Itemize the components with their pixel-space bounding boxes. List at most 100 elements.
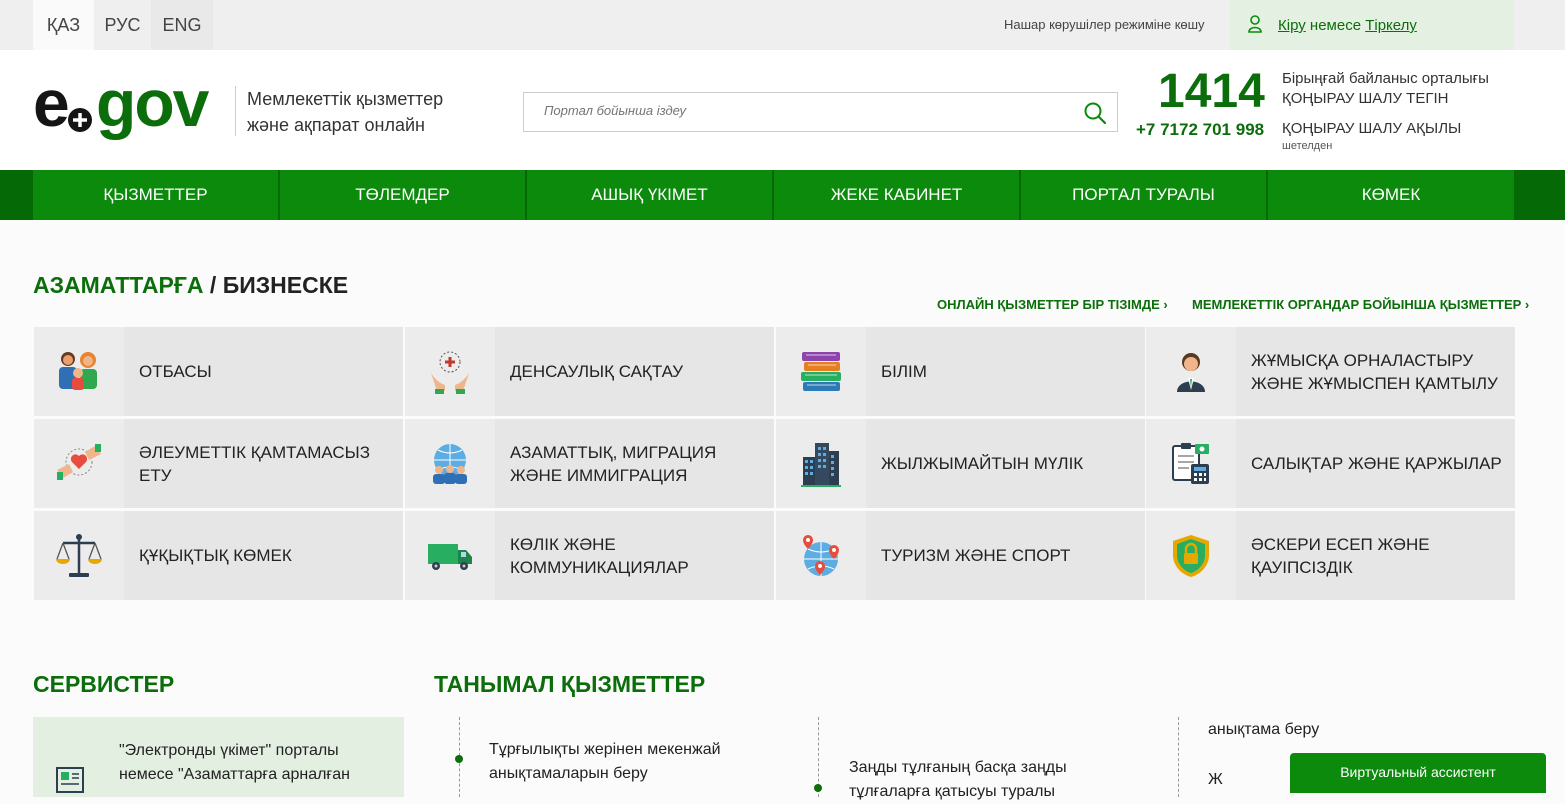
popular-service-line: тұлғаларға қатысуы туралы: [849, 783, 1055, 800]
tile-icon-box: [776, 511, 866, 600]
tab-citizens[interactable]: АЗАМАТТАРҒА: [33, 272, 204, 298]
category-healthcare[interactable]: ДЕНСАУЛЫҚ САҚТАУ: [405, 327, 774, 416]
lang-eng[interactable]: ENG: [151, 0, 213, 50]
tile-label: ТУРИЗМ ЖӘНЕ СПОРТ: [881, 546, 1071, 565]
tile-icon-box: [405, 511, 495, 600]
social-care-icon: [57, 443, 101, 480]
logo-e[interactable]: e: [33, 70, 70, 136]
books-icon: [801, 351, 841, 391]
phone-main[interactable]: 1414: [1158, 64, 1265, 119]
document-icon: [56, 767, 84, 793]
category-family[interactable]: ОТБАСЫ: [34, 327, 403, 416]
category-tourism-sport[interactable]: ТУРИЗМ ЖӘНЕ СПОРТ: [776, 511, 1145, 600]
popular-service-line: анықтамаларын беру: [489, 765, 648, 782]
category-taxes-finance[interactable]: САЛЫҚТАР ЖӘНЕ ҚАРЖЫЛАР: [1146, 419, 1515, 508]
timeline-dot: [814, 784, 822, 792]
nav-services[interactable]: ҚЫЗМЕТТЕР: [33, 170, 278, 220]
citizens-heading: АЗАМАТТАРҒА / БИЗНЕСКЕ: [33, 272, 348, 299]
services-card[interactable]: "Электронды үкімет" порталы немесе "Азам…: [33, 717, 404, 797]
category-real-estate[interactable]: ЖЫЛЖЫМАЙТЫН МҮЛІК: [776, 419, 1145, 508]
timeline-line: [1178, 717, 1179, 797]
services-by-agency-link[interactable]: МЕМЛЕКЕТТІК ОРГАНДАР БОЙЫНША ҚЫЗМЕТТЕР ›: [1192, 297, 1529, 312]
tile-label: ӘЛЕУМЕТТІК ҚАМТАМАСЫЗ ЕТУ: [139, 442, 370, 485]
tile-label: ДЕНСАУЛЫҚ САҚТАУ: [510, 362, 684, 381]
tagline-line-2: және ақпарат онлайн: [247, 115, 425, 135]
nav-payments[interactable]: ТӨЛЕМДЕР: [280, 170, 525, 220]
user-icon: [1248, 15, 1262, 33]
family-icon: [59, 351, 97, 390]
category-education[interactable]: БІЛІМ: [776, 327, 1145, 416]
search-box[interactable]: [523, 92, 1118, 132]
scales-icon: [56, 533, 102, 577]
heading-separator: /: [203, 272, 223, 298]
tagline-line-1: Мемлекеттік қызметтер: [247, 89, 444, 109]
main-nav: ҚЫЗМЕТТЕР ТӨЛЕМДЕР АШЫҚ ҮКІМЕТ ЖЕКЕ КАБИ…: [0, 170, 1565, 220]
category-citizenship-migration[interactable]: АЗАМАТТЫҚ, МИГРАЦИЯ ЖӘНЕ ИММИГРАЦИЯ: [405, 419, 774, 508]
abroad-label: шетелден: [1282, 140, 1333, 152]
tile-label: ОТБАСЫ: [139, 362, 212, 381]
tile-label: ӘСКЕРИ ЕСЕП ЖӘНЕ ҚАУІПСІЗДІК: [1251, 534, 1430, 577]
nav-help[interactable]: КӨМЕК: [1268, 170, 1514, 220]
category-legal-aid[interactable]: ҚҰҚЫҚТЫҚ КӨМЕК: [34, 511, 403, 600]
tile-label: КӨЛІК ЖӘНЕ КОММУНИКАЦИЯЛАР: [510, 534, 689, 577]
logo-plus-icon: [68, 108, 92, 132]
virtual-assistant-button[interactable]: Виртуальный ассистент: [1290, 753, 1546, 793]
globe-pins-icon: [803, 534, 839, 576]
tile-label: САЛЫҚТАР ЖӘНЕ ҚАРЖЫЛАР: [1251, 454, 1502, 473]
popular-service-line: Тұрғылықты жерінен мекенжай: [489, 741, 721, 758]
tile-label: ЖЫЛЖЫМАЙТЫН МҮЛІК: [881, 454, 1084, 473]
category-military-security[interactable]: ӘСКЕРИ ЕСЕП ЖӘНЕ ҚАУІПСІЗДІК: [1146, 511, 1515, 600]
search-icon[interactable]: [1083, 101, 1107, 125]
popular-services-heading: ТАНЫМАЛ ҚЫЗМЕТТЕР: [434, 671, 706, 697]
category-transport-communications[interactable]: КӨЛІК ЖӘНЕ КОММУНИКАЦИЯЛАР: [405, 511, 774, 600]
call-free-label: ҚОҢЫРАУ ШАЛУ ТЕГІН: [1282, 90, 1449, 107]
tagline: Мемлекеттік қызметтер және ақпарат онлай…: [247, 86, 443, 138]
logo-gov[interactable]: gov: [96, 70, 209, 136]
tile-icon-box: [405, 419, 495, 508]
tile-label: АЗАМАТТЫҚ, МИГРАЦИЯ ЖӘНЕ ИММИГРАЦИЯ: [510, 442, 717, 485]
services-card-line-2: немесе "Азаматтарға арналған: [119, 766, 350, 783]
login-link[interactable]: Кіру: [1278, 17, 1306, 34]
tile-label: БІЛІМ: [881, 362, 927, 381]
tile-icon-box: [34, 327, 124, 416]
category-social-security[interactable]: ӘЛЕУМЕТТІК ҚАМТАМАСЫЗ ЕТУ: [34, 419, 403, 508]
logo-divider: [235, 86, 236, 136]
phone-alt[interactable]: +7 7172 701 998: [1136, 120, 1264, 140]
tab-business[interactable]: БИЗНЕСКЕ: [223, 272, 348, 298]
register-link[interactable]: Тіркелу: [1365, 17, 1417, 34]
category-employment[interactable]: ЖҰМЫСҚА ОРНАЛАСТЫРУ ЖӘНЕ ЖҰМЫСПЕН ҚАМТЫЛ…: [1146, 327, 1515, 416]
top-bar: ҚАЗ РУС ENG Нашар көрушілер режиміне көш…: [0, 0, 1565, 50]
globe-people-icon: [433, 443, 467, 484]
buildings-icon: [801, 442, 841, 487]
header: e gov Мемлекеттік қызметтер және ақпарат…: [0, 50, 1565, 170]
tile-label: ҚҰҚЫҚТЫҚ КӨМЕК: [139, 546, 292, 565]
shield-lock-icon: [1173, 534, 1209, 577]
tile-icon-box: [1146, 511, 1236, 600]
nav-personal-cabinet[interactable]: ЖЕКЕ КАБИНЕТ: [774, 170, 1019, 220]
login-or: немесе: [1309, 17, 1362, 34]
nav-open-government[interactable]: АШЫҚ ҮКІМЕТ: [527, 170, 772, 220]
truck-icon: [428, 543, 472, 570]
tax-calculator-icon: [1172, 442, 1209, 484]
nav-about-portal[interactable]: ПОРТАЛ ТУРАЛЫ: [1021, 170, 1266, 220]
login-box[interactable]: Кіру немесе Тіркелу: [1230, 0, 1514, 50]
tile-icon-box: [776, 327, 866, 416]
popular-service-line: Заңды тұлғаның басқа заңды: [849, 759, 1067, 776]
timeline-dot: [455, 755, 463, 763]
call-paid-label: ҚОҢЫРАУ ШАЛУ АҚЫЛЫ: [1282, 120, 1462, 137]
search-input[interactable]: [544, 103, 1064, 118]
online-services-list-link[interactable]: ОНЛАЙН ҚЫЗМЕТТЕР БІР ТІЗІМДЕ ›: [937, 297, 1168, 312]
healthcare-icon: [431, 351, 469, 394]
tile-label: ЖҰМЫСҚА ОРНАЛАСТЫРУ ЖӘНЕ ЖҰМЫСПЕН ҚАМТЫЛ…: [1251, 350, 1498, 393]
accessibility-mode-link[interactable]: Нашар көрушілер режиміне көшу: [1004, 17, 1205, 32]
tile-icon-box: [34, 511, 124, 600]
lang-kaz[interactable]: ҚАЗ: [33, 0, 94, 50]
popular-service-address-certificate[interactable]: Тұрғылықты жерінен мекенжай анықтамалары…: [489, 738, 721, 786]
popular-service-legal-entity-participation[interactable]: Заңды тұлғаның басқа заңды тұлғаларға қа…: [849, 756, 1067, 804]
tile-icon-box: [776, 419, 866, 508]
tile-icon-box: [34, 419, 124, 508]
tile-icon-box: [405, 327, 495, 416]
tile-icon-box: [1146, 327, 1236, 416]
popular-service-line: анықтама беру: [1208, 721, 1320, 738]
lang-rus[interactable]: РУС: [94, 0, 151, 50]
